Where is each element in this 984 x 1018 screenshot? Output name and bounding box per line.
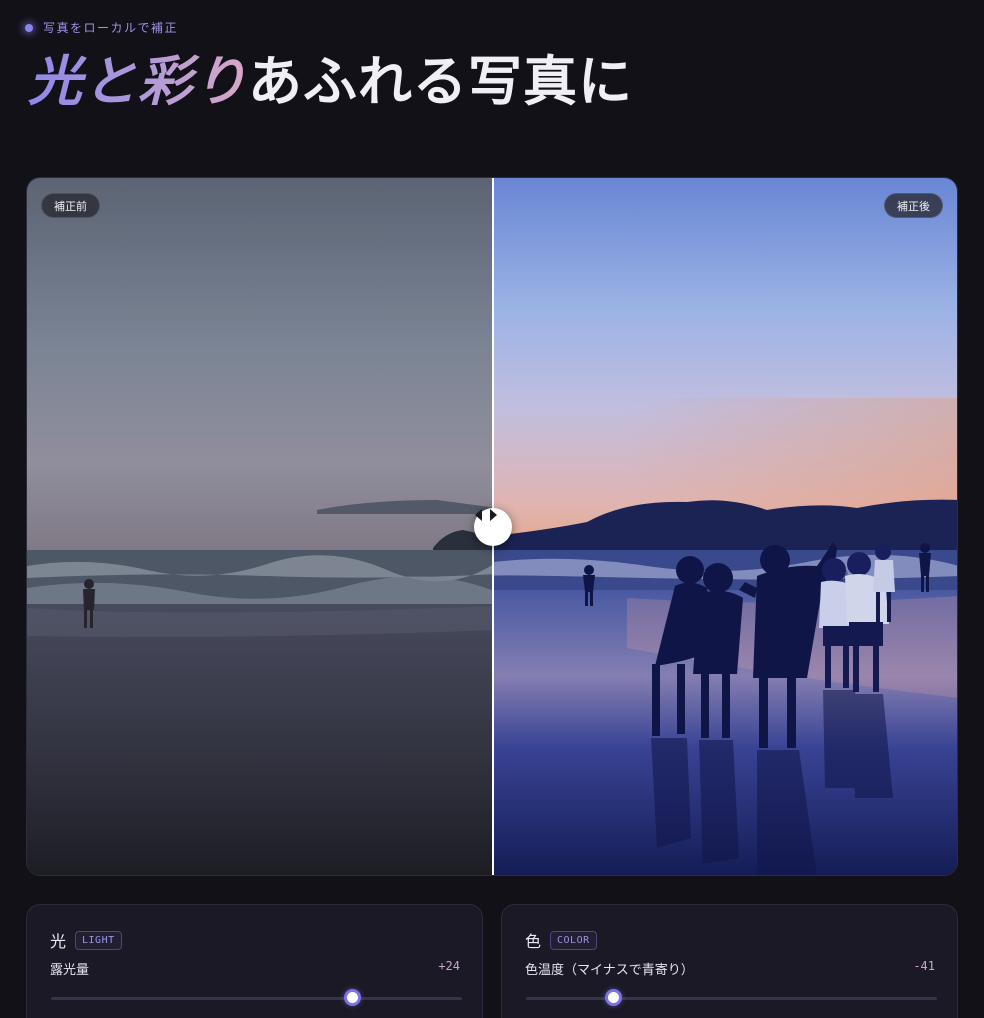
temperature-slider-thumb[interactable] — [604, 989, 622, 1006]
eyebrow-text: 写真をローカルで補正 — [43, 21, 179, 35]
temperature-label: 色温度（マイナスで青寄り） — [525, 963, 694, 978]
page-title: 光と彩りあふれる写真に — [28, 46, 633, 116]
color-panel-tag: COLOR — [550, 930, 597, 950]
temperature-slider-track[interactable] — [526, 997, 937, 1000]
exposure-value: +24 — [438, 959, 460, 973]
exposure-label: 露光量 — [50, 963, 90, 978]
dot-icon — [25, 23, 33, 32]
headline-rest: あふれる写真に — [248, 49, 633, 113]
light-panel: 光 LIGHT 露光量 +24 — [26, 904, 483, 1018]
left-right-arrows-icon — [475, 509, 497, 521]
color-panel: 色 COLOR 色温度（マイナスで青寄り） -41 — [501, 904, 958, 1018]
before-label: 補正前 — [41, 193, 100, 218]
color-panel-header: 色 COLOR — [525, 928, 597, 952]
after-label: 補正後 — [884, 193, 943, 218]
headline-accent: 光と彩り — [28, 49, 248, 113]
exposure-slider-thumb[interactable] — [344, 989, 362, 1006]
light-panel-title: 光 — [50, 932, 67, 951]
color-panel-title: 色 — [525, 932, 542, 951]
exposure-slider-track[interactable] — [51, 997, 462, 1000]
before-after-compare[interactable]: 補正前 補正後 — [26, 177, 958, 876]
light-panel-tag: LIGHT — [75, 930, 122, 950]
light-panel-header: 光 LIGHT — [50, 928, 122, 952]
eyebrow: 写真をローカルで補正 — [25, 19, 178, 36]
temperature-value: -41 — [913, 959, 935, 973]
split-handle[interactable] — [474, 508, 512, 546]
